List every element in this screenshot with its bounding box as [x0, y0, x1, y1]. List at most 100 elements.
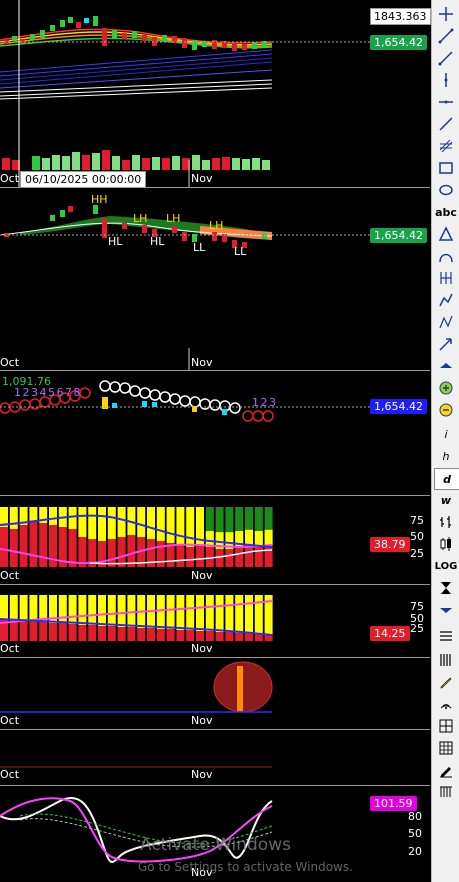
oscillator-panel-2[interactable]	[0, 595, 430, 641]
fibonacci-tool-icon[interactable]	[434, 136, 458, 156]
activate-windows-subtext: Go to Settings to activate Windows.	[138, 860, 353, 874]
triangle-tool-icon[interactable]	[434, 224, 458, 244]
oscillator-bar-bottom	[127, 627, 136, 641]
interval-d-button[interactable]: d	[434, 468, 459, 490]
zoom-in-icon[interactable]	[434, 378, 458, 398]
axis-month-oct: Oct	[0, 569, 20, 582]
oscillator-bar-top	[88, 507, 97, 539]
oscillator-bar-top	[127, 595, 136, 627]
interval-i-button[interactable]: i	[434, 424, 458, 444]
collapse-toolbar-icon[interactable]	[434, 600, 458, 620]
oscillator-bar-bottom	[49, 623, 57, 641]
oscillator-bar-bottom	[78, 625, 87, 641]
horizontal-line-tool-icon[interactable]	[434, 92, 458, 112]
table-icon[interactable]	[434, 738, 458, 758]
oscillator-panel-1[interactable]	[0, 507, 430, 567]
oscillator-bar-bottom	[264, 545, 273, 567]
oscillator-bar-bottom	[156, 629, 165, 641]
crosshair-tool-icon[interactable]	[434, 4, 458, 24]
oscillator-bar-top	[68, 507, 77, 529]
swing-label-hl: HL	[150, 235, 165, 248]
axis-month-oct: Oct	[0, 356, 20, 369]
oscillator-bar-bottom	[19, 621, 28, 641]
oscillator-bar-top	[196, 595, 204, 631]
oscillator-bar-bottom	[225, 549, 234, 567]
oscillator-bar-top	[176, 595, 185, 630]
last-price-badge: 1,654.42	[370, 228, 427, 243]
oscillator-bar-bottom	[147, 628, 155, 641]
grid-icon[interactable]	[434, 716, 458, 736]
scale-50: 50	[410, 530, 424, 543]
log-scale-button[interactable]: LOG	[434, 556, 458, 576]
swing-label-ll: LL	[234, 245, 247, 258]
oscillator-bar-top	[0, 595, 8, 619]
candle-chart-icon[interactable]	[434, 534, 458, 554]
oscillator-bar-top	[78, 595, 87, 625]
oscillator-bar-bottom	[245, 545, 253, 567]
oscillator-bar-top	[245, 595, 253, 633]
axis-month-oct: Oct	[0, 768, 20, 781]
oscillator-bar-bottom	[9, 529, 18, 567]
axis-month-nov: Nov	[191, 768, 213, 781]
bar-chart-icon[interactable]	[434, 512, 458, 532]
oscillator-bar-top	[186, 595, 195, 630]
ellipse-tool-icon[interactable]	[434, 180, 458, 200]
interval-h-button[interactable]: h	[434, 446, 458, 466]
panel-divider[interactable]	[0, 495, 430, 496]
oscillator-bar-bottom	[156, 541, 165, 567]
trend-line-tool-icon[interactable]	[434, 114, 458, 134]
pencil-icon[interactable]	[434, 672, 458, 692]
interval-w-button[interactable]: w	[434, 490, 458, 510]
vertical-line-tool-icon[interactable]	[434, 70, 458, 90]
signal-waves-icon[interactable]	[434, 694, 458, 714]
columns-icon[interactable]	[434, 650, 458, 670]
oscillator-bar-bottom	[117, 537, 126, 567]
oscillator-bar-bottom	[186, 630, 195, 641]
oscillator-bar-bottom	[166, 629, 175, 641]
oscillator-bar-top	[117, 507, 126, 537]
highlighter-icon[interactable]	[434, 760, 458, 780]
gann-tool-icon[interactable]	[434, 290, 458, 310]
swing-label-lh: LH	[209, 219, 224, 232]
oscillator-bar-bottom	[19, 525, 28, 567]
text-tool-icon[interactable]: abc	[434, 202, 458, 222]
arrow-tool-icon[interactable]	[434, 334, 458, 354]
ray-tool-icon[interactable]	[434, 48, 458, 68]
panel-divider[interactable]	[0, 584, 430, 585]
oscillator-bar-bottom	[58, 623, 67, 641]
signal-panel[interactable]	[0, 658, 430, 714]
line-segment-tool-icon[interactable]	[434, 26, 458, 46]
arc-tool-icon[interactable]	[434, 246, 458, 266]
oscillator-bar-top	[9, 507, 18, 529]
axis-month-oct: Oct	[0, 642, 20, 655]
oscillator-bar-top	[235, 595, 244, 633]
empty-indicator-panel[interactable]	[0, 730, 430, 770]
polyline-tool-icon[interactable]	[434, 312, 458, 332]
zoom-out-icon[interactable]	[434, 400, 458, 420]
oscillator-bar-bottom	[117, 627, 126, 641]
scale-80: 80	[408, 810, 422, 823]
cycle-lines-tool-icon[interactable]	[434, 268, 458, 288]
swing-label-lh: LH	[133, 212, 148, 225]
oscillator-bar-top	[254, 595, 263, 634]
price-panel[interactable]	[0, 0, 430, 188]
oscillator-bar-mid	[245, 529, 253, 545]
fit-chart-icon[interactable]	[434, 578, 458, 598]
expand-toolbar-icon[interactable]	[434, 356, 458, 376]
last-price-badge: 1,654.42	[370, 35, 427, 50]
scale-20: 20	[408, 845, 422, 858]
crosshair-date-tooltip: 06/10/2025 00:00:00	[20, 171, 147, 188]
rectangle-tool-icon[interactable]	[434, 158, 458, 178]
scale-50: 50	[408, 827, 422, 840]
indicator-badge: 38.79	[370, 537, 410, 552]
oscillator-bar-bottom	[127, 535, 136, 567]
menu-lines-icon[interactable]	[434, 626, 458, 646]
oscillator-bar-bottom	[215, 632, 224, 641]
swing-label-lh: LH	[166, 212, 181, 225]
oscillator-bar-bottom	[186, 547, 195, 567]
oscillator-bar-bottom	[176, 545, 185, 567]
period-separators-icon[interactable]	[434, 782, 458, 802]
swing-structure-panel[interactable]	[0, 188, 430, 370]
oscillator-bar-bottom	[0, 527, 8, 567]
axis-month-nov: Nov	[191, 172, 213, 185]
